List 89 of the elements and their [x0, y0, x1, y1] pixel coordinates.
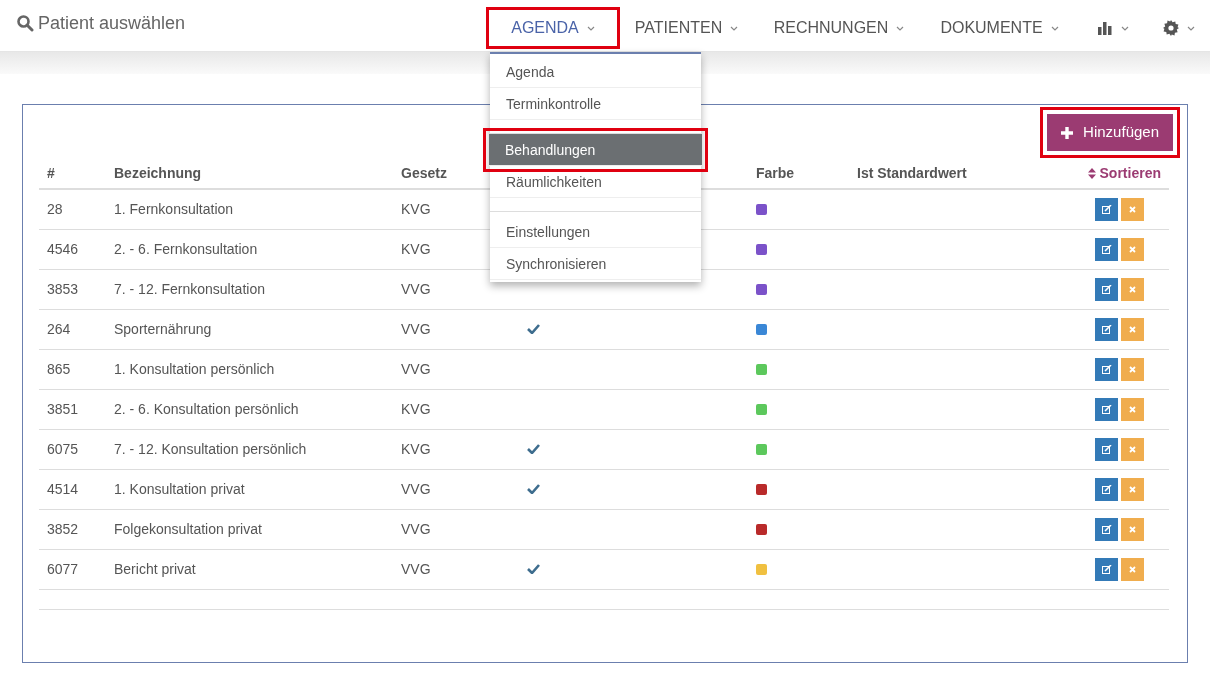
close-icon — [1129, 205, 1136, 213]
edit-icon — [1101, 444, 1112, 454]
sort-icon — [1087, 167, 1096, 179]
table-cell: 6077 — [47, 560, 79, 577]
table-cell: 7. - 12. Konsultation persönlich — [114, 440, 307, 457]
table-cell: VVG — [401, 280, 431, 297]
sort-link[interactable]: Sortieren — [1087, 162, 1161, 184]
nav-tab[interactable]: PATIENTEN — [617, 10, 756, 46]
edit-button[interactable] — [1095, 437, 1118, 461]
table-cell: KVG — [401, 200, 431, 217]
edit-icon — [1101, 324, 1112, 334]
menu-item[interactable]: Terminkontrolle — [490, 88, 701, 120]
table-cell: 1. Konsultation persönlich — [114, 360, 275, 377]
table-cell: 6075 — [47, 440, 79, 457]
caret-icon — [586, 25, 595, 31]
edit-button[interactable] — [1095, 277, 1118, 301]
caret-icon — [1187, 25, 1195, 31]
edit-button[interactable] — [1095, 477, 1118, 501]
menu-item[interactable]: Räumlichkeiten — [490, 166, 701, 198]
table-cell: 4514 — [47, 480, 79, 497]
nav-tab[interactable]: RECHNUNGEN — [756, 10, 922, 46]
table-cell: KVG — [401, 440, 431, 457]
table-cell: VVG — [401, 480, 431, 497]
edit-button[interactable] — [1095, 317, 1118, 341]
caret-icon — [1050, 25, 1059, 31]
nav-tab[interactable]: DOKUMENTE — [922, 10, 1077, 46]
table-cell: 3852 — [47, 520, 79, 537]
table-cell: 1. Konsultation privat — [114, 480, 245, 497]
table-cell: 3851 — [47, 400, 79, 417]
table-cell: 7. - 12. Fernkonsultation — [114, 280, 265, 297]
edit-button[interactable] — [1095, 237, 1118, 261]
close-icon — [1129, 525, 1136, 533]
table-cell: VVG — [401, 320, 431, 337]
plus-icon — [1061, 126, 1074, 139]
table-cell: 865 — [47, 360, 71, 377]
close-icon — [1129, 285, 1136, 293]
caret-icon — [896, 25, 905, 31]
table-cell: KVG — [401, 400, 431, 417]
edit-button[interactable] — [1095, 357, 1118, 381]
column-header: Ist Standardwert — [857, 165, 967, 181]
menu-item[interactable]: Einstellungen — [490, 216, 701, 248]
nav-tab[interactable]: AGENDA — [489, 10, 617, 46]
edit-icon — [1101, 364, 1112, 374]
table-cell: Folgekonsultation privat — [114, 520, 262, 537]
edit-icon — [1101, 524, 1112, 534]
edit-icon — [1101, 564, 1112, 574]
table-cell: 2. - 6. Konsultation persönlich — [114, 400, 299, 417]
close-icon — [1129, 445, 1136, 453]
caret-icon — [730, 25, 739, 31]
edit-button[interactable] — [1095, 517, 1118, 541]
edit-icon — [1101, 284, 1112, 294]
edit-button[interactable] — [1095, 397, 1118, 421]
close-icon — [1129, 325, 1136, 333]
menu-item[interactable]: Synchronisieren — [490, 248, 701, 280]
caret-icon — [1121, 25, 1129, 31]
add-button[interactable]: Hinzufügen — [1047, 114, 1173, 151]
table-cell: 1. Fernkonsultation — [114, 200, 234, 217]
column-header: Gesetz — [401, 165, 447, 181]
table-cell: 4546 — [47, 240, 79, 257]
table-cell: Sporternährung — [114, 320, 212, 337]
bar-chart-icon — [1097, 21, 1113, 35]
patient-search-link[interactable]: Patient auswählen — [38, 9, 186, 37]
close-icon — [1129, 365, 1136, 373]
table-cell: VVG — [401, 360, 431, 377]
table-cell: Bericht privat — [114, 560, 196, 577]
edit-icon — [1101, 404, 1112, 414]
close-icon — [1129, 405, 1136, 413]
menu-item[interactable]: Behandlungen — [489, 134, 702, 166]
table-cell: VVG — [401, 520, 431, 537]
table-cell: 264 — [47, 320, 71, 337]
column-header: Farbe — [756, 165, 795, 181]
edit-button[interactable] — [1095, 557, 1118, 581]
close-icon — [1129, 485, 1136, 493]
table-cell: 3853 — [47, 280, 79, 297]
edit-icon — [1101, 484, 1112, 494]
search-icon — [16, 14, 34, 32]
menu-item[interactable]: Agenda — [490, 56, 701, 88]
edit-icon — [1101, 204, 1112, 214]
column-header: Bezeichnung — [114, 165, 202, 181]
table-cell: VVG — [401, 560, 431, 577]
close-icon — [1129, 565, 1136, 573]
table-cell: 2. - 6. Fernkonsultation — [114, 240, 258, 257]
edit-button[interactable] — [1095, 197, 1118, 221]
close-icon — [1129, 245, 1136, 253]
table-cell: 28 — [47, 200, 63, 217]
column-header: # — [47, 165, 55, 181]
settings-icon — [1163, 20, 1179, 36]
table-cell: KVG — [401, 240, 431, 257]
edit-icon — [1101, 244, 1112, 254]
